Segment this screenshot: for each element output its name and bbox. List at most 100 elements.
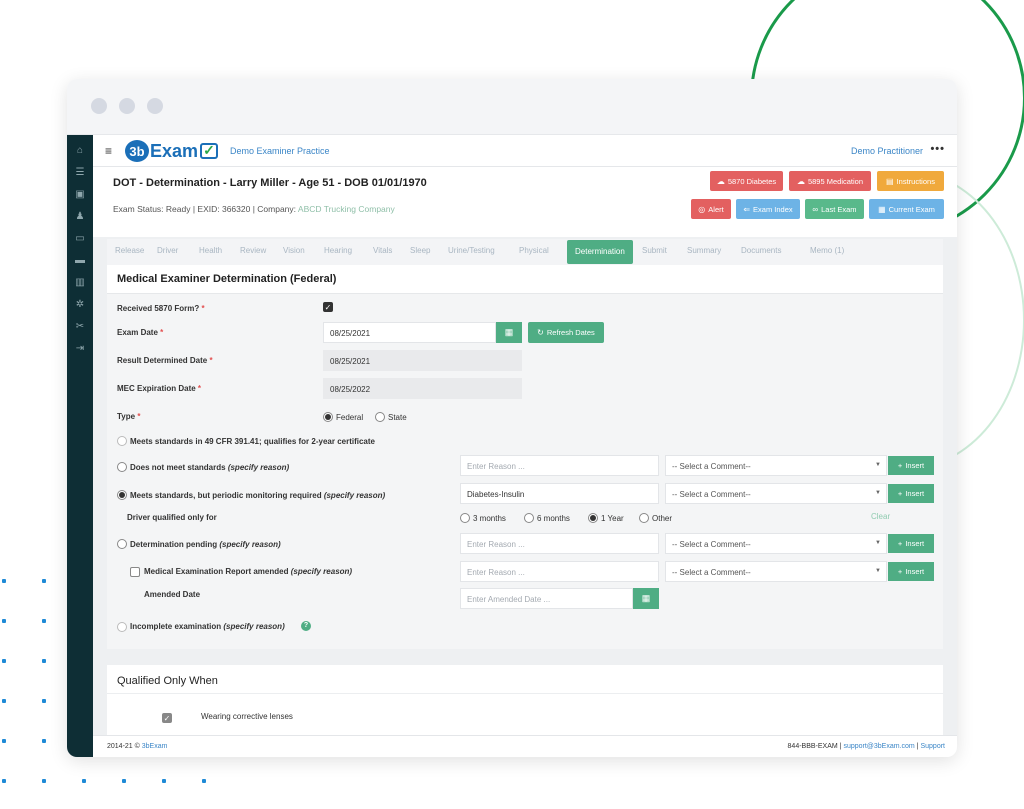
received-5870-checkbox[interactable]: ✓ [323, 302, 333, 312]
tab-physical[interactable]: Physical [519, 246, 549, 255]
exam-date-text: Exam Date [117, 328, 158, 337]
qualified-1year-label: 1 Year [601, 514, 624, 523]
not-meet-spec: (specify reason) [227, 463, 290, 472]
clipboard-icon[interactable]: ▣ [73, 189, 87, 201]
tab-submit[interactable]: Submit [642, 246, 667, 255]
tab-memo-1[interactable]: Memo (1) [810, 246, 844, 255]
logout-icon[interactable]: ⇥ [73, 343, 87, 355]
tab-hearing[interactable]: Hearing [324, 246, 352, 255]
practice-name[interactable]: Demo Examiner Practice [230, 146, 330, 156]
decorative-dot [42, 659, 46, 663]
logo[interactable]: 3b Exam ✓ [125, 139, 219, 163]
amended-date-calendar-icon[interactable]: ▦ [633, 588, 659, 609]
truck-icon[interactable]: ▭ [73, 233, 87, 245]
decorative-dot [122, 779, 126, 783]
type-federal-radio[interactable] [323, 412, 333, 422]
alert-icon: ◎ [698, 204, 706, 214]
qualified-only-when-title: Qualified Only When [117, 675, 218, 687]
amended-insert-button[interactable]: + Insert [888, 562, 934, 581]
copyright: 2014-21 © 3bExam [107, 743, 167, 750]
tab-release[interactable]: Release [115, 246, 144, 255]
tab-review[interactable]: Review [240, 246, 266, 255]
clear-link[interactable]: Clear [871, 512, 890, 521]
not-meet-comment-select[interactable]: -- Select a Comment-- ▼ [665, 455, 887, 476]
more-menu-icon[interactable]: ••• [930, 143, 945, 155]
browser-window: ⌂ ☰ ▣ ♟ ▭ ▬ ▥ ✲ ✂ ⇥ ≡ 3b Exam ✓ Demo Exa… [67, 79, 957, 757]
folder-icon[interactable]: ▬ [73, 255, 87, 267]
divider [107, 693, 943, 694]
company-link[interactable]: ABCD Trucking Company [298, 204, 395, 214]
list-icon[interactable]: ☰ [73, 167, 87, 179]
gear-icon[interactable]: ✲ [73, 299, 87, 311]
tab-sleep[interactable]: Sleep [410, 246, 430, 255]
tab-urine-testing[interactable]: Urine/Testing [448, 246, 495, 255]
window-titlebar [67, 79, 957, 135]
qualified-1year-radio[interactable] [588, 513, 598, 523]
exam-date-input[interactable]: 08/25/2021 [323, 322, 496, 343]
periodic-reason-input[interactable]: Diabetes-Insulin [460, 483, 659, 504]
footer-email-link[interactable]: support@3bExam.com [843, 743, 914, 750]
plus-icon: + [897, 489, 903, 498]
user-icon[interactable]: ♟ [73, 211, 87, 223]
pending-text: Determination pending [130, 540, 218, 549]
pending-insert-button[interactable]: + Insert [888, 534, 934, 553]
qualified-3months-radio[interactable] [460, 513, 470, 523]
logo-check-icon: ✓ [200, 143, 219, 159]
meets-standards-radio[interactable] [117, 436, 127, 446]
tab-documents[interactable]: Documents [741, 246, 781, 255]
corrective-lenses-checkbox[interactable]: ✓ [162, 713, 172, 723]
diabetes-5870-button[interactable]: ☁ 5870 Diabetes [710, 171, 783, 191]
result-date-label: Result Determined Date * [117, 356, 213, 365]
not-meet-reason-input[interactable]: Enter Reason ... [460, 455, 659, 476]
decorative-dot [2, 659, 6, 663]
exam-status: Exam Status: Ready | EXID: 366320 | Comp… [113, 204, 395, 214]
tab-summary[interactable]: Summary [687, 246, 721, 255]
practitioner-name[interactable]: Demo Practitioner [851, 146, 923, 156]
amended-checkbox[interactable] [130, 567, 140, 577]
tab-vitals[interactable]: Vitals [373, 246, 392, 255]
qualified-6months-radio[interactable] [524, 513, 534, 523]
footer-support-link[interactable]: Support [920, 743, 945, 750]
tab-vision[interactable]: Vision [283, 246, 305, 255]
periodic-insert-button[interactable]: + Insert [888, 484, 934, 503]
chevron-down-icon: ▼ [875, 462, 881, 468]
chevron-down-icon: ▼ [875, 540, 881, 546]
alert-button[interactable]: ◎ Alert [691, 199, 731, 219]
pending-radio[interactable] [117, 539, 127, 549]
current-exam-button[interactable]: ▦ Current Exam [869, 199, 944, 219]
chart-icon[interactable]: ▥ [73, 277, 87, 289]
pending-reason-input[interactable]: Enter Reason ... [460, 533, 659, 554]
last-exam-button[interactable]: ∞ Last Exam [805, 199, 864, 219]
exam-header: DOT - Determination - Larry Miller - Age… [93, 167, 957, 237]
periodic-comment-value: -- Select a Comment-- [672, 490, 751, 499]
amended-comment-select[interactable]: -- Select a Comment-- ▼ [665, 561, 887, 582]
diabetes-5870-label: 5870 Diabetes [727, 176, 777, 186]
tab-health[interactable]: Health [199, 246, 222, 255]
incomplete-radio[interactable] [117, 622, 127, 632]
amended-date-label: Amended Date [144, 590, 201, 599]
home-icon[interactable]: ⌂ [73, 145, 87, 157]
amended-date-input[interactable]: Enter Amended Date ... [460, 588, 633, 609]
pending-comment-select[interactable]: -- Select a Comment-- ▼ [665, 533, 887, 554]
periodic-comment-select[interactable]: -- Select a Comment-- ▼ [665, 483, 887, 504]
type-state-radio[interactable] [375, 412, 385, 422]
tab-determination[interactable]: Determination [567, 240, 633, 264]
not-meet-radio[interactable] [117, 462, 127, 472]
menu-icon[interactable]: ≡ [105, 144, 112, 158]
amended-label: Medical Examination Report amended (spec… [144, 567, 352, 576]
copyright-brand-link[interactable]: 3bExam [142, 743, 168, 750]
instructions-button[interactable]: ▤ Instructions [877, 171, 944, 191]
periodic-radio[interactable] [117, 490, 127, 500]
exam-date-calendar-icon[interactable]: ▦ [496, 322, 522, 343]
qualified-other-radio[interactable] [639, 513, 649, 523]
not-meet-insert-button[interactable]: + Insert [888, 456, 934, 475]
medication-5895-button[interactable]: ☁ 5895 Medication [789, 171, 871, 191]
exam-index-button[interactable]: ⇐ Exam Index [736, 199, 800, 219]
refresh-dates-button[interactable]: ↻ Refresh Dates [528, 322, 604, 343]
help-icon[interactable]: ? [301, 621, 311, 631]
amended-reason-input[interactable]: Enter Reason ... [460, 561, 659, 582]
tools-icon[interactable]: ✂ [73, 321, 87, 333]
type-state-label: State [388, 413, 407, 422]
tab-driver[interactable]: Driver [157, 246, 178, 255]
pending-spec: (specify reason) [219, 540, 281, 549]
